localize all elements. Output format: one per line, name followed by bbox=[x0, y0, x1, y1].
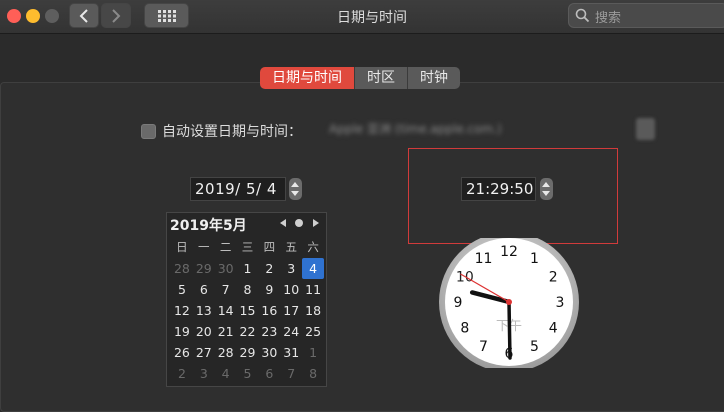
calendar-day[interactable]: 1 bbox=[302, 342, 324, 363]
weekday-label: 一 bbox=[198, 240, 210, 254]
calendar-day[interactable]: 26 bbox=[171, 342, 193, 363]
stepper-up-icon[interactable] bbox=[291, 182, 299, 187]
clock-number: 7 bbox=[479, 339, 488, 355]
calendar-day[interactable]: 5 bbox=[237, 363, 259, 384]
today-dot-icon[interactable] bbox=[295, 219, 303, 227]
search-placeholder: 搜索 bbox=[595, 11, 622, 26]
title-bar: 日期与时间 搜索 bbox=[0, 0, 724, 34]
auto-set-checkbox[interactable] bbox=[141, 123, 156, 139]
clock-center bbox=[506, 299, 512, 305]
calendar-day[interactable]: 12 bbox=[171, 300, 193, 321]
calendar-day[interactable]: 7 bbox=[280, 363, 302, 384]
analog-clock: 121234567891011 下午 bbox=[439, 238, 579, 368]
calendar-day[interactable]: 6 bbox=[258, 363, 280, 384]
calendar-day[interactable]: 8 bbox=[237, 279, 259, 300]
calendar-week-row: 26 27 28 29 30 31 1 bbox=[171, 342, 324, 363]
clock-number: 2 bbox=[549, 270, 558, 286]
calendar-day[interactable]: 24 bbox=[280, 321, 302, 342]
calendar-day[interactable]: 2 bbox=[258, 258, 280, 279]
calendar-week-row: 28 29 30 1 2 3 4 bbox=[171, 258, 325, 279]
calendar-day[interactable]: 17 bbox=[280, 300, 302, 321]
weekday-label: 五 bbox=[285, 240, 297, 254]
weekday-label: 六 bbox=[307, 240, 319, 254]
clock-number: 4 bbox=[549, 321, 558, 337]
stepper-down-icon[interactable] bbox=[291, 191, 299, 196]
calendar-day[interactable]: 14 bbox=[215, 300, 237, 321]
minute-hand bbox=[507, 300, 512, 360]
calendar-day[interactable]: 23 bbox=[258, 321, 280, 342]
calendar-day[interactable]: 8 bbox=[302, 363, 324, 384]
calendar-day[interactable]: 22 bbox=[237, 321, 259, 342]
calendar-day[interactable]: 30 bbox=[258, 342, 280, 363]
calendar-day[interactable]: 29 bbox=[193, 258, 215, 279]
clock-number: 12 bbox=[500, 244, 518, 260]
calendar-day[interactable]: 30 bbox=[215, 258, 237, 279]
clock-number: 11 bbox=[475, 251, 493, 267]
calendar-week-row: 2345678 bbox=[171, 363, 324, 384]
calendar-day[interactable]: 1 bbox=[237, 258, 259, 279]
calendar-day[interactable]: 5 bbox=[171, 279, 193, 300]
calendar-day[interactable]: 3 bbox=[280, 258, 302, 279]
clock-number: 8 bbox=[460, 321, 469, 337]
auto-set-row: 自动设置日期与时间： bbox=[141, 121, 302, 141]
calendar-day[interactable]: 25 bbox=[302, 321, 324, 342]
calendar-day[interactable]: 10 bbox=[280, 279, 302, 300]
calendar-day[interactable]: 16 bbox=[258, 300, 280, 321]
calendar-day[interactable]: 20 bbox=[193, 321, 215, 342]
weekday-label: 日 bbox=[176, 240, 188, 254]
calendar-day-selected[interactable]: 4 bbox=[302, 258, 325, 279]
calendar-day[interactable]: 27 bbox=[193, 342, 215, 363]
time-server-field[interactable]: Apple 亚洲 (time.apple.com.) bbox=[329, 118, 629, 140]
calendar-day[interactable]: 31 bbox=[280, 342, 302, 363]
tab-date-time[interactable]: 日期与时间 bbox=[260, 67, 355, 89]
calendar-day[interactable]: 6 bbox=[193, 279, 215, 300]
calendar-week-row: 12 13 14 15 16 17 18 bbox=[171, 300, 324, 321]
calendar-day[interactable]: 29 bbox=[237, 342, 259, 363]
weekday-label: 四 bbox=[263, 240, 276, 254]
calendar-day[interactable]: 19 bbox=[171, 321, 193, 342]
search-icon bbox=[575, 8, 590, 23]
calendar-week-row: 19 20 21 22 23 24 25 bbox=[171, 321, 324, 342]
calendar-month-label: 2019年5月 bbox=[170, 218, 247, 234]
calendar-day[interactable]: 28 bbox=[171, 258, 193, 279]
weekday-label: 二 bbox=[219, 240, 232, 254]
calendar-day[interactable]: 3 bbox=[193, 363, 215, 384]
weekday-row: 日一二三四五六 bbox=[171, 237, 324, 258]
calendar-week-row: 5 6 7 8 9 10 11 bbox=[171, 279, 324, 300]
tab-bar: 日期与时间 时区 时钟 bbox=[260, 67, 460, 89]
calendar-day[interactable]: 18 bbox=[302, 300, 324, 321]
clock-number: 9 bbox=[454, 295, 463, 311]
clock-number: 3 bbox=[556, 295, 565, 311]
highlight-box bbox=[408, 148, 618, 244]
calendar-day[interactable]: 13 bbox=[193, 300, 215, 321]
weekday-label: 三 bbox=[241, 240, 254, 254]
date-field[interactable]: 2019/ 5/ 4 bbox=[190, 177, 286, 201]
calendar-day[interactable]: 4 bbox=[215, 363, 237, 384]
calendar-day[interactable]: 21 bbox=[215, 321, 237, 342]
time-server-dropdown[interactable] bbox=[636, 118, 655, 140]
clock-number: 1 bbox=[530, 251, 539, 267]
calendar-grid: 日一二三四五六 28 29 30 1 2 3 4 5 6 7 8 9 10 11 12 13 14 15 16 17 1… bbox=[171, 237, 325, 384]
calendar-day[interactable]: 7 bbox=[215, 279, 237, 300]
clock-number: 10 bbox=[456, 270, 474, 286]
calendar-day[interactable]: 9 bbox=[258, 279, 280, 300]
tab-clock[interactable]: 时钟 bbox=[408, 67, 460, 89]
calendar-day[interactable]: 11 bbox=[302, 279, 324, 300]
calendar-day[interactable]: 28 bbox=[215, 342, 237, 363]
auto-set-label[interactable]: 自动设置日期与时间： bbox=[162, 121, 302, 141]
previous-month-icon[interactable] bbox=[280, 219, 286, 227]
calendar[interactable]: 2019年5月 日一二三四五六 28 29 30 1 2 3 4 5 6 7 8 9 10 11 12 13 1… bbox=[166, 212, 327, 387]
calendar-day[interactable]: 2 bbox=[171, 363, 193, 384]
clock-number: 5 bbox=[530, 339, 539, 355]
next-month-icon[interactable] bbox=[313, 219, 319, 227]
date-stepper[interactable] bbox=[289, 178, 302, 200]
calendar-day[interactable]: 15 bbox=[237, 300, 259, 321]
search-field[interactable]: 搜索 bbox=[568, 3, 724, 28]
tab-time-zone[interactable]: 时区 bbox=[355, 67, 408, 89]
